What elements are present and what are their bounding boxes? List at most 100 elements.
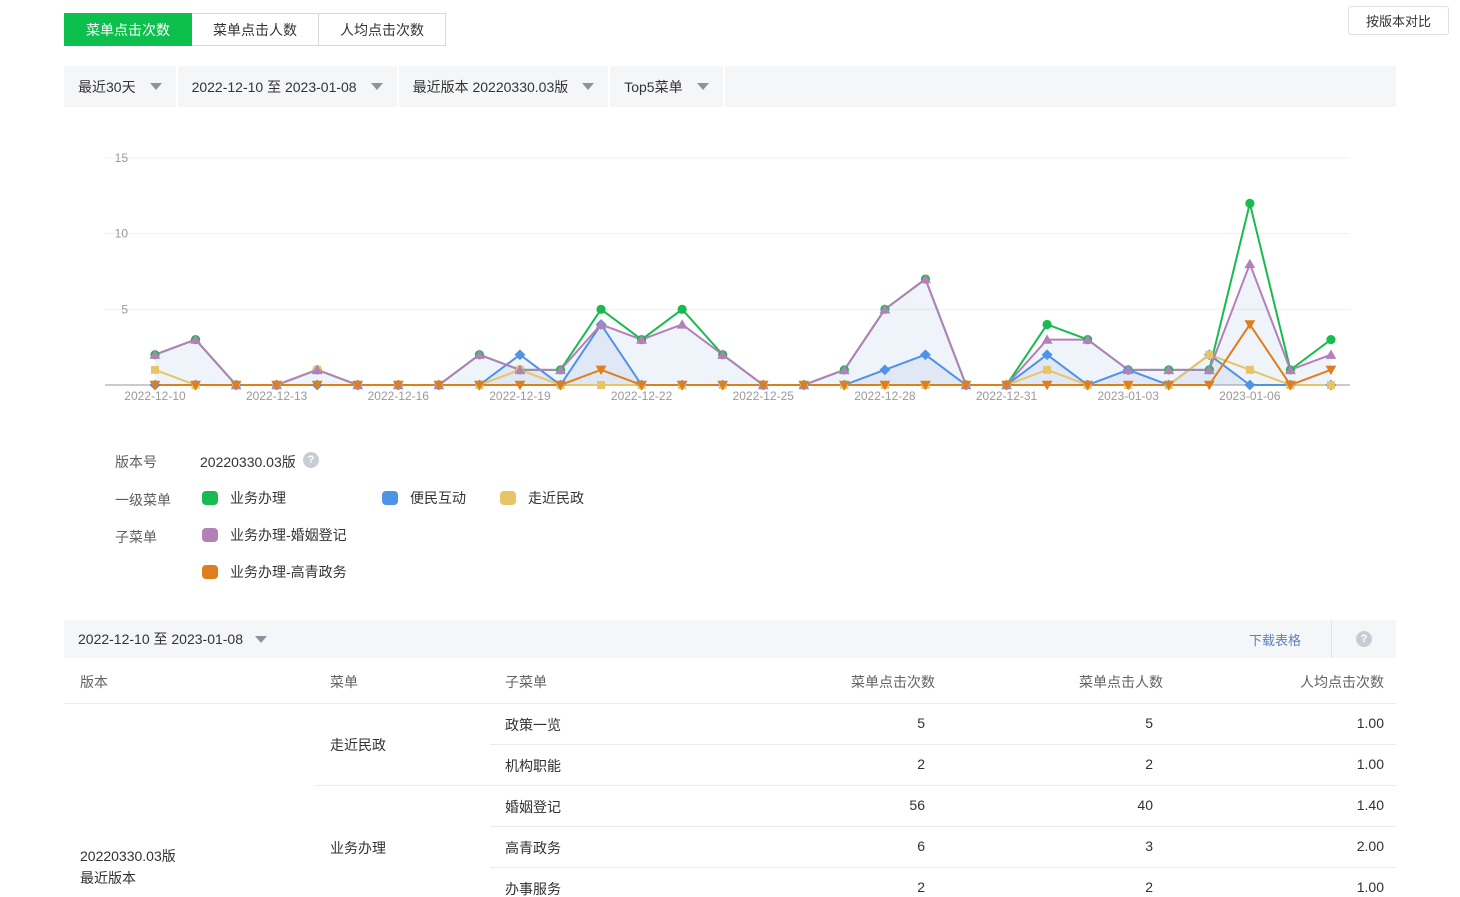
data-point bbox=[1245, 199, 1254, 208]
chevron-down-icon bbox=[582, 83, 594, 90]
avg-cell: 1.40 bbox=[1244, 797, 1384, 813]
legend-swatch bbox=[382, 491, 398, 505]
tab-avg-clicks[interactable]: 人均点击次数 bbox=[319, 13, 446, 46]
y-axis-tick: 15 bbox=[115, 151, 129, 165]
legend-swatch bbox=[500, 491, 516, 505]
table-help-icon[interactable]: ? bbox=[1356, 631, 1372, 647]
users-cell: 5 bbox=[1013, 715, 1153, 731]
table-divider bbox=[64, 703, 1396, 704]
submenu-cell: 机构职能 bbox=[505, 756, 561, 776]
metric-tabs: 菜单点击次数 菜单点击人数 人均点击次数 bbox=[64, 13, 446, 46]
series-line-业务办理 bbox=[155, 203, 1331, 385]
legend-entry-业务办理[interactable]: 业务办理 bbox=[202, 488, 382, 508]
menu-cell: 走近民政 bbox=[330, 735, 386, 755]
series-line-业务办理-婚姻登记 bbox=[155, 264, 1331, 385]
filter-version-value: 最近版本 20220330.03版 bbox=[413, 77, 569, 97]
data-point bbox=[1246, 366, 1254, 374]
col-header-avg: 人均点击次数 bbox=[1264, 672, 1384, 692]
submenu-cell: 政策一览 bbox=[505, 715, 561, 735]
x-axis-tick: 2023-01-03 bbox=[1098, 389, 1160, 403]
col-header-users: 菜单点击人数 bbox=[1043, 672, 1163, 692]
toolbar-divider bbox=[1331, 620, 1332, 658]
legend-swatch bbox=[202, 565, 218, 579]
table-date-range[interactable]: 2022-12-10 至 2023-01-08 bbox=[78, 629, 243, 649]
legend-series-name: 业务办理-婚姻登记 bbox=[230, 525, 347, 545]
submenu-cell: 办事服务 bbox=[505, 879, 561, 897]
level1-menu-label: 一级菜单 bbox=[115, 490, 171, 510]
avg-cell: 1.00 bbox=[1244, 715, 1384, 731]
data-point bbox=[1244, 259, 1255, 268]
data-point bbox=[151, 366, 159, 374]
clicks-cell: 2 bbox=[785, 756, 925, 772]
data-point bbox=[677, 319, 688, 328]
chevron-down-icon[interactable] bbox=[255, 636, 267, 643]
table-divider bbox=[490, 826, 1396, 827]
chevron-down-icon bbox=[150, 83, 162, 90]
clicks-cell: 56 bbox=[785, 797, 925, 813]
table-divider bbox=[490, 744, 1396, 745]
legend-series-name: 业务办理 bbox=[230, 488, 286, 508]
users-cell: 2 bbox=[1013, 879, 1153, 895]
users-cell: 40 bbox=[1013, 797, 1153, 813]
filter-date-range[interactable]: 2022-12-10 至 2023-01-08 bbox=[178, 66, 399, 107]
x-axis-tick: 2022-12-25 bbox=[733, 389, 795, 403]
filter-version[interactable]: 最近版本 20220330.03版 bbox=[399, 66, 611, 107]
data-point bbox=[1205, 351, 1213, 359]
avg-cell: 2.00 bbox=[1244, 838, 1384, 854]
legend-swatch bbox=[202, 528, 218, 542]
menu-cell: 业务办理 bbox=[330, 838, 386, 858]
table-toolbar-right: 下载表格 ? bbox=[1219, 620, 1396, 658]
col-header-clicks: 菜单点击次数 bbox=[815, 672, 935, 692]
version-value: 20220330.03版 bbox=[200, 452, 296, 472]
legend-sub-row: 业务办理-高青政务 bbox=[202, 562, 347, 582]
table-divider bbox=[315, 785, 1396, 786]
x-axis-tick: 2022-12-16 bbox=[368, 389, 430, 403]
x-axis-tick: 2023-01-06 bbox=[1219, 389, 1281, 403]
chevron-down-icon bbox=[697, 83, 709, 90]
x-axis-tick: 2022-12-19 bbox=[489, 389, 551, 403]
data-point bbox=[597, 381, 605, 389]
legend-entry-便民互动[interactable]: 便民互动 bbox=[382, 488, 500, 508]
filter-top5-menu[interactable]: Top5菜单 bbox=[610, 66, 724, 107]
series-area-业务办理-婚姻登记 bbox=[155, 264, 1331, 385]
filter-time-range-value: 最近30天 bbox=[78, 77, 136, 97]
data-point bbox=[1326, 335, 1335, 344]
x-axis-tick: 2022-12-10 bbox=[124, 389, 186, 403]
legend-series-name: 便民互动 bbox=[410, 488, 466, 508]
col-header-submenu: 子菜单 bbox=[505, 672, 547, 692]
col-header-version: 版本 bbox=[80, 672, 108, 692]
y-axis-tick: 10 bbox=[115, 227, 129, 241]
x-axis-tick: 2022-12-13 bbox=[246, 389, 308, 403]
version-help-icon[interactable]: ? bbox=[303, 452, 319, 468]
submenu-cell: 高青政务 bbox=[505, 838, 561, 858]
submenu-cell: 婚姻登记 bbox=[505, 797, 561, 817]
table-toolbar: 2022-12-10 至 2023-01-08 下载表格 ? bbox=[64, 620, 1396, 658]
filter-bar: 最近30天 2022-12-10 至 2023-01-08 最近版本 20220… bbox=[64, 66, 1396, 107]
x-axis-tick: 2022-12-31 bbox=[976, 389, 1038, 403]
x-axis-tick: 2022-12-22 bbox=[611, 389, 673, 403]
clicks-cell: 2 bbox=[785, 879, 925, 895]
version-note-cell: 最近版本 bbox=[80, 868, 136, 888]
compare-by-version-button[interactable]: 按版本对比 bbox=[1348, 6, 1449, 35]
tab-menu-users[interactable]: 菜单点击人数 bbox=[192, 13, 319, 46]
avg-cell: 1.00 bbox=[1244, 879, 1384, 895]
data-point bbox=[1327, 381, 1335, 389]
col-header-menu: 菜单 bbox=[330, 672, 358, 692]
analytics-page: 菜单点击次数 菜单点击人数 人均点击次数 最近30天 2022-12-10 至 … bbox=[0, 0, 1460, 897]
version-cell: 20220330.03版 bbox=[80, 846, 176, 866]
legend-entry-业务办理-婚姻登记[interactable]: 业务办理-婚姻登记 bbox=[202, 525, 347, 545]
chevron-down-icon bbox=[371, 83, 383, 90]
download-table-link[interactable]: 下载表格 bbox=[1219, 630, 1331, 649]
filter-top5-menu-value: Top5菜单 bbox=[624, 77, 682, 97]
clicks-cell: 5 bbox=[785, 715, 925, 731]
clicks-cell: 6 bbox=[785, 838, 925, 854]
data-point bbox=[1043, 366, 1051, 374]
data-point bbox=[1043, 320, 1052, 329]
filter-time-range[interactable]: 最近30天 bbox=[64, 66, 178, 107]
legend-entry-业务办理-高青政务[interactable]: 业务办理-高青政务 bbox=[202, 562, 347, 582]
avg-cell: 1.00 bbox=[1244, 756, 1384, 772]
tab-menu-clicks[interactable]: 菜单点击次数 bbox=[64, 13, 192, 46]
legend-entry-走近民政[interactable]: 走近民政 bbox=[500, 488, 584, 508]
legend-swatch bbox=[202, 491, 218, 505]
y-axis-tick: 5 bbox=[121, 302, 128, 316]
